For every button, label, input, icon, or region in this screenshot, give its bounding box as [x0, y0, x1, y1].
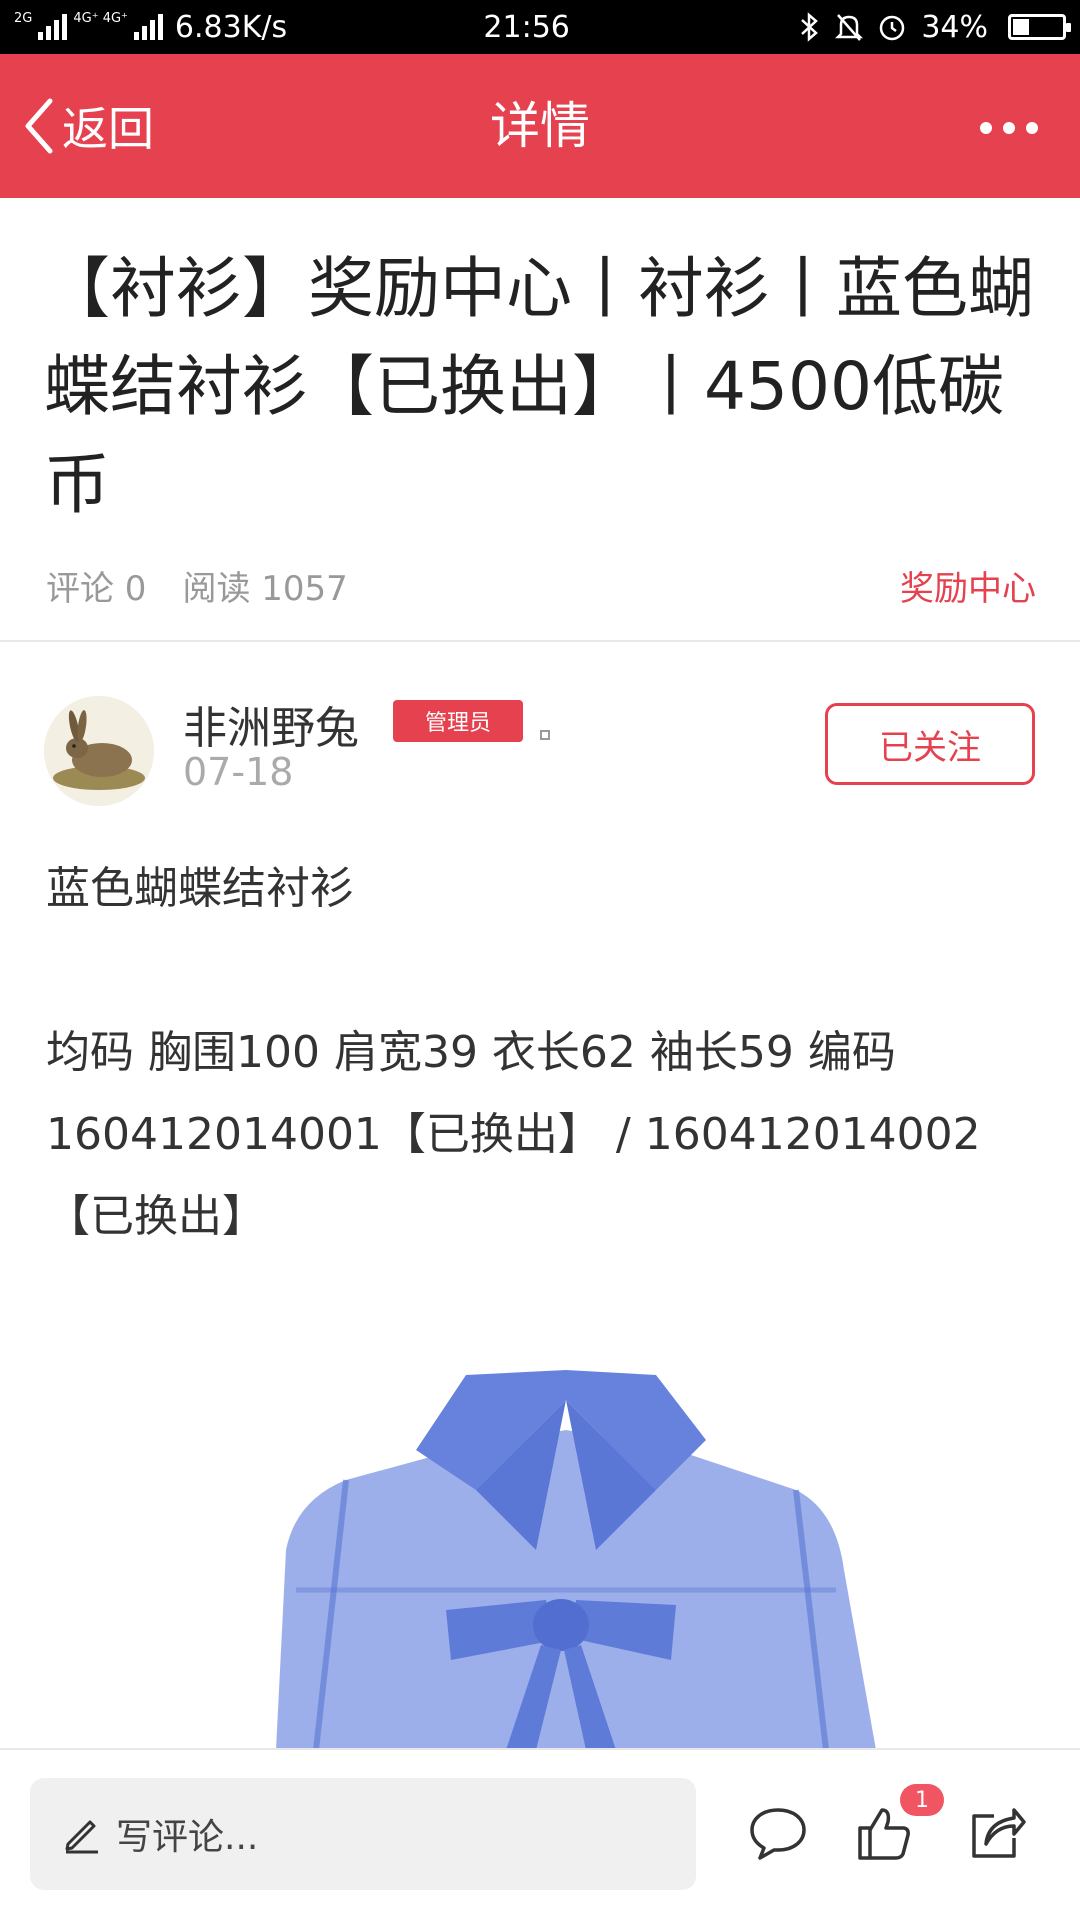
- more-dot-icon: [1003, 122, 1015, 134]
- rabbit-avatar-image: [44, 696, 154, 806]
- author-name[interactable]: 非洲野兔: [183, 692, 359, 756]
- battery-fill: [1013, 19, 1030, 35]
- alarm-icon: [880, 15, 905, 41]
- page-title: 详情: [490, 97, 590, 155]
- comment-count: 评论 0: [46, 568, 147, 609]
- body-paragraph: 蓝色蝴蝶结衬衫: [46, 863, 354, 914]
- read-count: 阅读 1057: [182, 568, 348, 609]
- article-meta: 评论 0 阅读 1057 奖励中心: [46, 560, 1036, 610]
- status-left: 2G 4G⁺ 4G⁺ 6.83K/s: [14, 10, 434, 45]
- more-dot-icon: [1026, 122, 1038, 134]
- comment-placeholder: 写评论...: [116, 1817, 259, 1858]
- battery-icon: [1008, 14, 1071, 40]
- bottom-action-bar: 写评论... 1: [0, 1748, 1080, 1920]
- like-count-badge: 1: [900, 1784, 944, 1816]
- signal-icon: [38, 14, 68, 40]
- battery-percent: 34%: [921, 9, 988, 45]
- back-button[interactable]: 返回: [22, 94, 154, 158]
- navigation-bar: 返回 详情: [0, 54, 1080, 198]
- network-label-2g: 2G: [14, 10, 33, 26]
- blue-blouse-image: [276, 1370, 876, 1750]
- comment-bubble-icon[interactable]: [748, 1806, 808, 1862]
- pencil-icon: [65, 1820, 98, 1854]
- post-date: 07-18: [183, 750, 294, 794]
- back-label: 返回: [62, 102, 154, 156]
- divider: [0, 640, 1080, 642]
- clock: 21:56: [483, 9, 570, 45]
- small-square-mark: [540, 730, 550, 740]
- thumbs-up-icon[interactable]: [856, 1804, 912, 1862]
- network-speed: 6.83K/s: [174, 9, 288, 45]
- signal-icon: [133, 14, 163, 40]
- chevron-left-icon: [25, 98, 53, 154]
- bluetooth-icon: [801, 12, 819, 42]
- status-right: 34%: [799, 9, 1071, 45]
- category-link[interactable]: 奖励中心: [900, 561, 1036, 610]
- bell-muted-icon: [835, 14, 864, 41]
- avatar[interactable]: [44, 696, 154, 806]
- network-label-4g: 4G⁺ 4G⁺: [73, 10, 128, 26]
- article-title: 【衬衫】奖励中心丨衬衫丨蓝色蝴蝶结衬衫【已换出】丨4500低碳币: [44, 250, 1034, 523]
- share-icon[interactable]: [968, 1804, 1026, 1860]
- status-bar: 2G 4G⁺ 4G⁺ 6.83K/s 21:56 34%: [0, 0, 1080, 54]
- body-paragraph: 均码 胸围100 肩宽39 衣长62 袖长59 编码160412014001【已…: [46, 1027, 981, 1242]
- more-options-button[interactable]: [980, 122, 1038, 134]
- more-dot-icon: [980, 122, 992, 134]
- comment-input[interactable]: 写评论...: [30, 1778, 696, 1890]
- follow-button[interactable]: 已关注: [825, 703, 1035, 785]
- admin-badge: 管理员: [393, 700, 523, 742]
